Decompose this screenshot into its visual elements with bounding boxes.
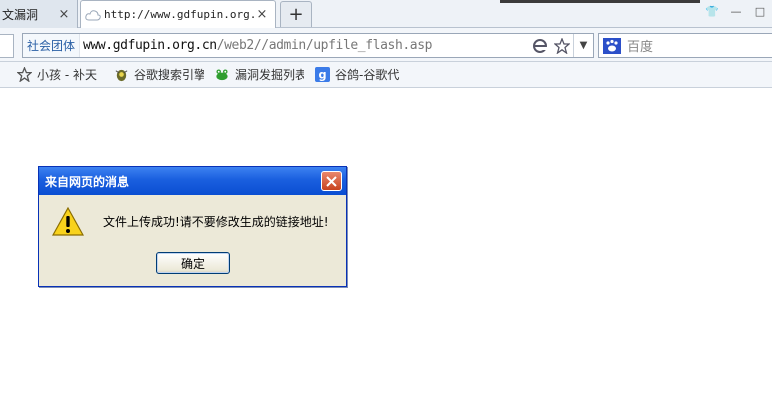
close-icon[interactable]: × [57,7,71,22]
site-identity-badge[interactable]: 社会团体 [23,34,81,57]
maximize-button[interactable]: □ [748,0,772,22]
skin-icon[interactable]: 👕 [700,0,724,22]
address-bar-actions: ▼ [529,34,593,57]
bookmark-label: 漏洞发掘列表 [235,68,304,82]
dialog-body: 文件上传成功!请不要修改生成的链接地址! 确定 [39,195,346,286]
window-controls: 👕 — □ [700,0,772,24]
url-history-dropdown[interactable]: ▼ [573,34,593,57]
tab-title: http://www.gdfupin.org.cn [104,8,255,21]
ie-compat-icon[interactable] [529,35,551,57]
address-bar[interactable]: 社会团体 www.gdfupin.org.cn/web2//admin/upfi… [22,33,594,58]
dialog-close-button[interactable] [321,171,342,191]
dialog-message: 文件上传成功!请不要修改生成的链接地址! [103,215,329,229]
dialog-title: 来自网页的消息 [45,174,130,189]
bookmark-item[interactable]: g 谷鸽-谷歌代 [314,66,404,83]
new-tab-button[interactable]: + [280,1,312,27]
bookmark-item[interactable]: 漏洞发掘列表 [214,66,304,83]
tab-strip: 文漏洞 × http://www.gdfupin.org.cn × + 👕 — … [0,0,772,28]
window-edge-decoration [500,0,700,3]
close-icon [326,175,337,187]
ok-button[interactable]: 确定 [156,252,230,274]
search-box[interactable]: 百度 [598,33,772,58]
minimize-button[interactable]: — [724,0,748,22]
bookmark-item[interactable]: 谷歌搜索引擎 [114,66,204,83]
url-host: www.gdfupin.org.cn [83,38,217,53]
bookmarks-bar: 小孩 - 补天 谷歌搜索引擎 漏洞发掘列表 g 谷鸽-谷歌代 [0,62,772,88]
bookmark-star-icon[interactable] [551,35,573,57]
bookmark-label: 谷鸽-谷歌代 [335,68,400,82]
frog-icon [214,67,230,83]
url-path: /web2//admin/upfile_flash.asp [216,38,433,53]
url-input[interactable]: www.gdfupin.org.cn/web2//admin/upfile_fl… [80,38,529,53]
tab-previous[interactable]: 文漏洞 × [0,0,78,28]
dialog-titlebar[interactable]: 来自网页的消息 [39,167,346,195]
bookmark-label: 小孩 - 补天 [37,68,97,82]
close-icon[interactable]: × [255,7,269,22]
search-input[interactable]: 百度 [627,36,653,55]
tab-title: 文漏洞 [2,7,39,22]
bug-icon [114,67,129,83]
bookmark-item[interactable]: 小孩 - 补天 [16,66,104,83]
alert-dialog: 来自网页的消息 文件上传成功!请不要修改生成的链接地址! 确定 [38,166,347,287]
bookmark-label: 谷歌搜索引擎 [134,68,204,82]
tab-active[interactable]: http://www.gdfupin.org.cn × [80,0,276,28]
google-g-icon: g [314,67,330,83]
baidu-paw-icon [603,37,621,54]
back-button[interactable] [0,34,14,58]
star-icon [16,67,32,83]
navigation-bar: 社会团体 www.gdfupin.org.cn/web2//admin/upfi… [0,28,772,62]
cloud-icon [85,9,101,20]
warning-icon [52,207,84,236]
svg-text:g: g [318,69,326,82]
